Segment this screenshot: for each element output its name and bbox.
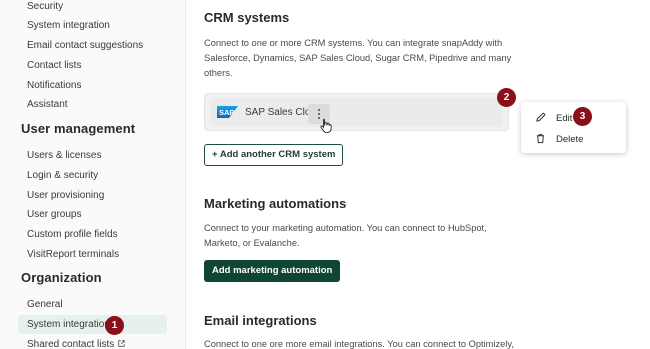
crm-systems-description: Connect to one or more CRM systems. You …: [204, 38, 512, 78]
sidebar-item-shared-contact-lists[interactable]: Shared contact lists: [27, 339, 125, 349]
crm-system-card: SAP SAP Sales Cloud: [204, 93, 509, 131]
main-content: CRM systems Connect to one or more CRM s…: [186, 0, 650, 349]
settings-sidebar: Security System integration Email contac…: [0, 0, 186, 349]
user-management-heading: User management: [21, 121, 136, 136]
sidebar-item-contact-lists[interactable]: Contact lists: [27, 60, 81, 72]
crm-options-menu: Edit Delete: [521, 102, 626, 153]
sidebar-item-user-groups[interactable]: User groups: [27, 209, 81, 221]
step-badge-3: 3: [573, 107, 592, 126]
sidebar-item-system-integration[interactable]: System integration: [27, 20, 110, 32]
sidebar-item-users-licenses[interactable]: Users & licenses: [27, 150, 101, 162]
step-badge-2: 2: [497, 88, 516, 107]
step-badge-1: 1: [105, 316, 124, 335]
crm-systems-title: CRM systems: [204, 10, 290, 25]
sidebar-item-login-security[interactable]: Login & security: [27, 170, 98, 182]
trash-icon: [536, 134, 545, 144]
marketing-automations-title: Marketing automations: [204, 196, 347, 211]
sap-logo-text: SAP: [219, 108, 234, 117]
marketing-automations-description: Connect to your marketing automation. Yo…: [204, 223, 487, 248]
hand-pointer-cursor-icon: [320, 118, 332, 133]
shared-contact-lists-label: Shared contact lists: [27, 339, 115, 349]
sidebar-item-user-provisioning[interactable]: User provisioning: [27, 190, 104, 202]
sidebar-item-custom-profile-fields[interactable]: Custom profile fields: [27, 229, 118, 241]
menu-item-delete[interactable]: Delete: [521, 129, 626, 149]
menu-edit-label: Edit: [556, 113, 573, 124]
sidebar-item-email-contact-suggestions[interactable]: Email contact suggestions: [27, 40, 143, 52]
sidebar-item-visitreport-terminals[interactable]: VisitReport terminals: [27, 249, 119, 261]
kebab-dot-icon: [318, 109, 320, 111]
sidebar-item-assistant[interactable]: Assistant: [27, 99, 68, 111]
email-integrations-description: Connect to one ore more email integratio…: [204, 339, 514, 349]
menu-delete-label: Delete: [556, 134, 584, 145]
sidebar-item-general[interactable]: General: [27, 299, 63, 311]
external-link-icon: [118, 340, 125, 347]
organization-heading: Organization: [21, 270, 102, 285]
add-crm-system-button[interactable]: + Add another CRM system: [204, 144, 344, 166]
email-integrations-title: Email integrations: [204, 313, 317, 328]
sidebar-item-org-system-integration[interactable]: System integration: [27, 319, 110, 331]
sidebar-item-security[interactable]: Security: [27, 1, 63, 13]
sap-logo-icon: SAP: [217, 106, 238, 118]
kebab-dot-icon: [318, 113, 320, 115]
add-marketing-automation-button[interactable]: Add marketing automation: [204, 260, 341, 282]
pencil-icon: [536, 112, 546, 122]
sidebar-item-notifications[interactable]: Notifications: [27, 80, 81, 92]
